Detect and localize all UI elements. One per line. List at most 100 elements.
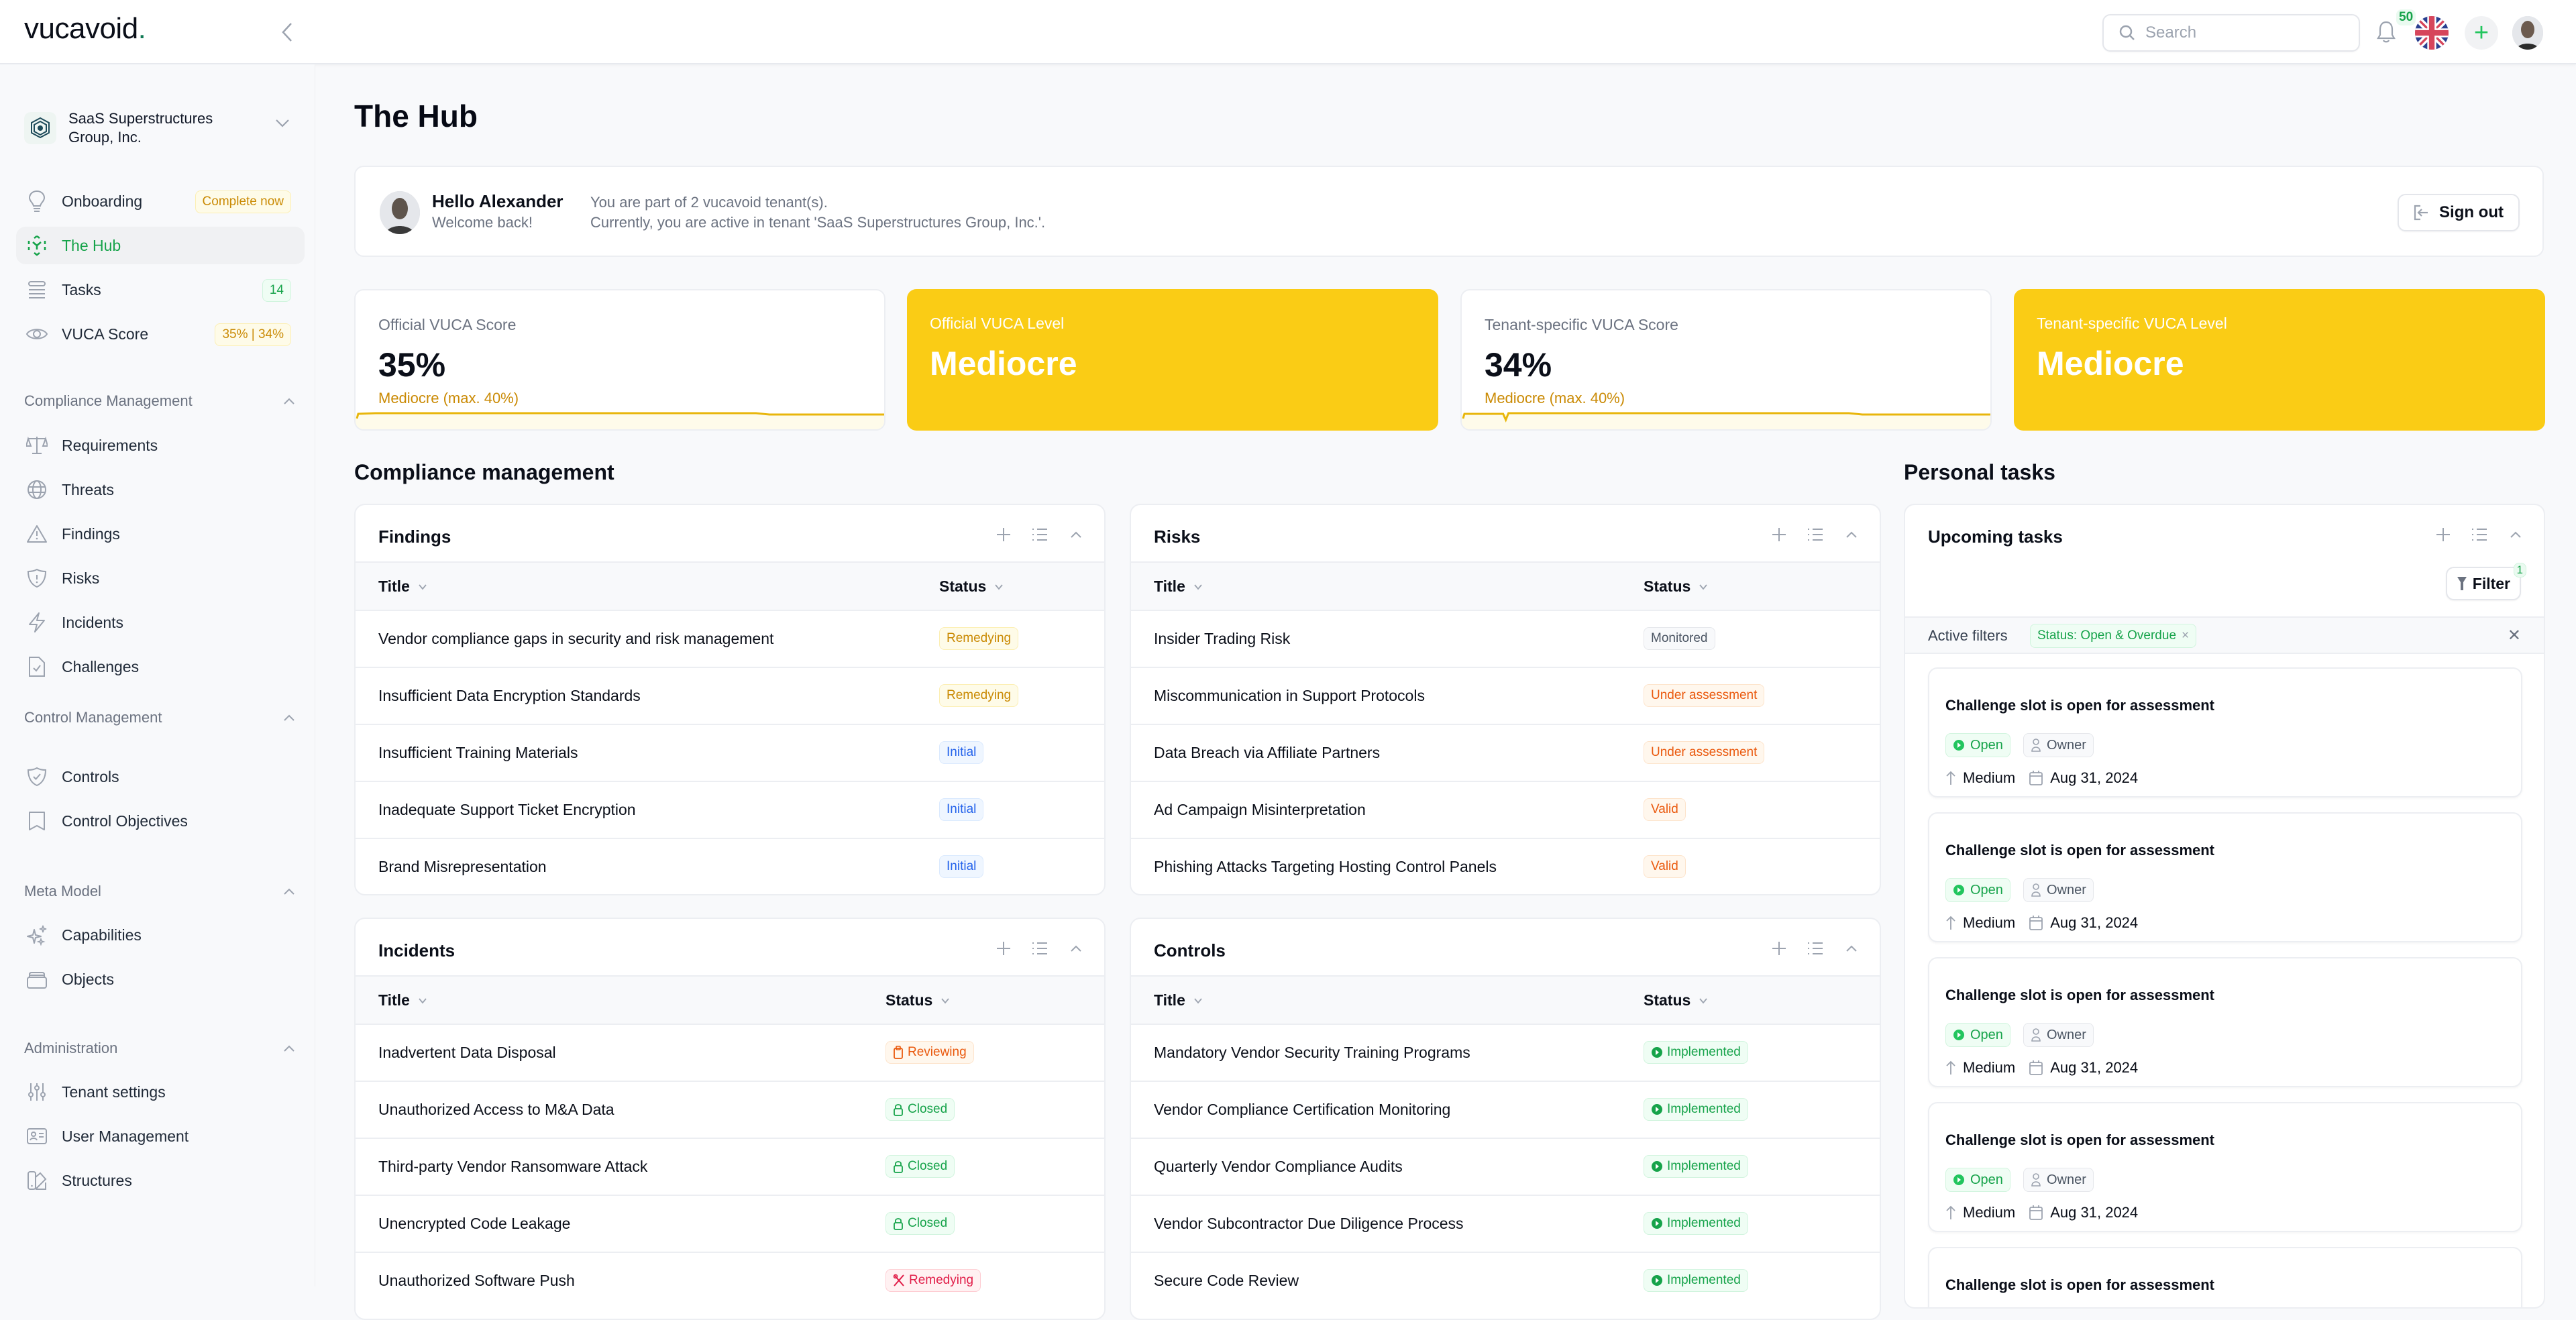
- task-card[interactable]: Challenge slot is open for assessment: [1928, 1247, 2522, 1309]
- search-box[interactable]: [2102, 14, 2360, 52]
- sidebar-item-capabilities[interactable]: Capabilities: [16, 916, 305, 954]
- task-card[interactable]: Challenge slot is open for assessmentOpe…: [1928, 812, 2522, 942]
- tenant-vuca-level-card[interactable]: Tenant-specific VUCA Level Mediocre: [2014, 289, 2545, 431]
- sort-title-header[interactable]: Title: [378, 578, 427, 596]
- add-task-button[interactable]: [2434, 525, 2453, 544]
- table-row[interactable]: Phishing Attacks Targeting Hosting Contr…: [1131, 839, 1880, 895]
- collapse-panel-button[interactable]: [1842, 939, 1861, 958]
- bell-icon: [2376, 20, 2396, 44]
- sidebar-item-findings[interactable]: Findings: [16, 515, 305, 553]
- table-row[interactable]: Insufficient Data Encryption StandardsRe…: [356, 668, 1104, 725]
- row-title: Unauthorized Software Push: [378, 1272, 575, 1290]
- table-row[interactable]: Third-party Vendor Ransomware AttackClos…: [356, 1139, 1104, 1196]
- sign-out-button[interactable]: Sign out: [2398, 194, 2520, 231]
- collapse-panel-button[interactable]: [1842, 525, 1861, 544]
- active-filter-chip[interactable]: Status: Open & Overdue×: [2030, 624, 2196, 648]
- active-filters-label: Active filters: [1928, 627, 2008, 645]
- official-vuca-score-card[interactable]: Official VUCA Score 35% Mediocre (max. 4…: [354, 289, 885, 431]
- table-row[interactable]: Insufficient Training MaterialsInitial: [356, 725, 1104, 782]
- welcome-subtitle: Welcome back!: [432, 214, 533, 231]
- sidebar-item-tenant-settings[interactable]: Tenant settings: [16, 1073, 305, 1111]
- view-list-button[interactable]: [1030, 525, 1049, 544]
- view-list-button[interactable]: [1806, 939, 1825, 958]
- sidebar-item-tasks[interactable]: Tasks 14: [16, 271, 305, 309]
- sidebar-item-incidents[interactable]: Incidents: [16, 604, 305, 641]
- table-row[interactable]: Inadequate Support Ticket EncryptionInit…: [356, 782, 1104, 839]
- sidebar-item-onboarding[interactable]: Onboarding Complete now: [16, 182, 305, 220]
- tenant-switcher[interactable]: SaaS Superstructures Group, Inc.: [24, 107, 306, 150]
- language-flag-button[interactable]: [2415, 16, 2449, 50]
- section-administration[interactable]: Administration: [24, 1038, 295, 1058]
- bookmark-icon: [25, 810, 48, 832]
- sidebar-item-vuca-score[interactable]: VUCA Score 35% | 34%: [16, 315, 305, 353]
- view-list-button[interactable]: [2470, 525, 2489, 544]
- chevron-down-icon: [275, 119, 290, 128]
- sidebar-item-structures[interactable]: Structures: [16, 1162, 305, 1199]
- app-logo[interactable]: vucavoid.: [24, 12, 146, 46]
- table-row[interactable]: Mandatory Vendor Security Training Progr…: [1131, 1025, 1880, 1082]
- add-item-button[interactable]: [1770, 939, 1788, 958]
- sidebar-item-threats[interactable]: Threats: [16, 471, 305, 508]
- sidebar-item-user-management[interactable]: User Management: [16, 1117, 305, 1155]
- sidebar-item-the-hub[interactable]: The Hub: [16, 227, 305, 264]
- table-row[interactable]: Brand MisrepresentationInitial: [356, 839, 1104, 895]
- section-meta-model[interactable]: Meta Model: [24, 881, 295, 901]
- add-item-button[interactable]: [994, 939, 1013, 958]
- sort-status-header[interactable]: Status: [885, 991, 950, 1009]
- table-header: Title Status: [356, 561, 1104, 611]
- sort-status-header[interactable]: Status: [1644, 578, 1708, 596]
- task-card[interactable]: Challenge slot is open for assessmentOpe…: [1928, 667, 2522, 798]
- chevron-up-icon: [1845, 944, 1858, 952]
- status-label: Implemented: [1667, 1216, 1741, 1231]
- top-bar: vucavoid. 50 +: [0, 0, 2576, 64]
- table-row[interactable]: Vendor Compliance Certification Monitori…: [1131, 1082, 1880, 1139]
- task-card[interactable]: Challenge slot is open for assessmentOpe…: [1928, 957, 2522, 1087]
- table-row[interactable]: Vendor Subcontractor Due Diligence Proce…: [1131, 1196, 1880, 1253]
- sidebar-item-challenges[interactable]: Challenges: [16, 648, 305, 685]
- section-compliance-management[interactable]: Compliance Management: [24, 391, 295, 411]
- sidebar-item-risks[interactable]: Risks: [16, 559, 305, 597]
- table-row[interactable]: Unauthorized Access to M&A DataClosed: [356, 1082, 1104, 1139]
- sort-title-header[interactable]: Title: [1154, 578, 1203, 596]
- table-row[interactable]: Data Breach via Affiliate PartnersUnder …: [1131, 725, 1880, 782]
- collapse-panel-button[interactable]: [1067, 525, 1085, 544]
- view-list-button[interactable]: [1806, 525, 1825, 544]
- sort-title-header[interactable]: Title: [378, 991, 427, 1009]
- section-control-management[interactable]: Control Management: [24, 708, 295, 728]
- compliance-section-title: Compliance management: [354, 460, 614, 485]
- table-row[interactable]: Ad Campaign MisinterpretationValid: [1131, 782, 1880, 839]
- table-row[interactable]: Quarterly Vendor Compliance AuditsImplem…: [1131, 1139, 1880, 1196]
- table-row[interactable]: Unencrypted Code LeakageClosed: [356, 1196, 1104, 1253]
- sidebar-item-controls[interactable]: Controls: [16, 758, 305, 795]
- view-list-button[interactable]: [1030, 939, 1049, 958]
- task-card[interactable]: Challenge slot is open for assessmentOpe…: [1928, 1102, 2522, 1232]
- remove-filter-icon[interactable]: ×: [2182, 628, 2189, 643]
- user-avatar[interactable]: [2512, 16, 2543, 50]
- collapse-sidebar-button[interactable]: [275, 17, 299, 47]
- sidebar-item-control-objectives[interactable]: Control Objectives: [16, 802, 305, 840]
- filter-button[interactable]: Filter: [2446, 567, 2521, 600]
- add-item-button[interactable]: [1770, 525, 1788, 544]
- add-item-button[interactable]: [994, 525, 1013, 544]
- sidebar-item-requirements[interactable]: Requirements: [16, 427, 305, 464]
- search-input[interactable]: [2145, 23, 2347, 42]
- table-row[interactable]: Insider Trading RiskMonitored: [1131, 611, 1880, 668]
- table-row[interactable]: Secure Code ReviewImplemented: [1131, 1253, 1880, 1310]
- status-badge: Remedying: [939, 684, 1018, 707]
- clear-filters-button[interactable]: ✕: [2508, 626, 2521, 645]
- upcoming-tasks-panel: Upcoming tasks Filter 1 Active filters S…: [1904, 504, 2545, 1309]
- tenant-vuca-score-card[interactable]: Tenant-specific VUCA Score 34% Mediocre …: [1460, 289, 1992, 431]
- sort-status-header[interactable]: Status: [1644, 991, 1708, 1009]
- sort-status-header[interactable]: Status: [939, 578, 1004, 596]
- table-row[interactable]: Inadvertent Data DisposalReviewing: [356, 1025, 1104, 1082]
- official-vuca-level-card[interactable]: Official VUCA Level Mediocre: [907, 289, 1438, 431]
- quick-add-button[interactable]: +: [2465, 16, 2498, 50]
- sort-title-header[interactable]: Title: [1154, 991, 1203, 1009]
- score-label: Tenant-specific VUCA Score: [1485, 316, 1678, 334]
- table-row[interactable]: Unauthorized Software PushRemedying: [356, 1253, 1104, 1310]
- table-row[interactable]: Vendor compliance gaps in security and r…: [356, 611, 1104, 668]
- sidebar-item-objects[interactable]: Objects: [16, 960, 305, 998]
- collapse-panel-button[interactable]: [1067, 939, 1085, 958]
- table-row[interactable]: Miscommunication in Support ProtocolsUnd…: [1131, 668, 1880, 725]
- collapse-panel-button[interactable]: [2506, 525, 2525, 544]
